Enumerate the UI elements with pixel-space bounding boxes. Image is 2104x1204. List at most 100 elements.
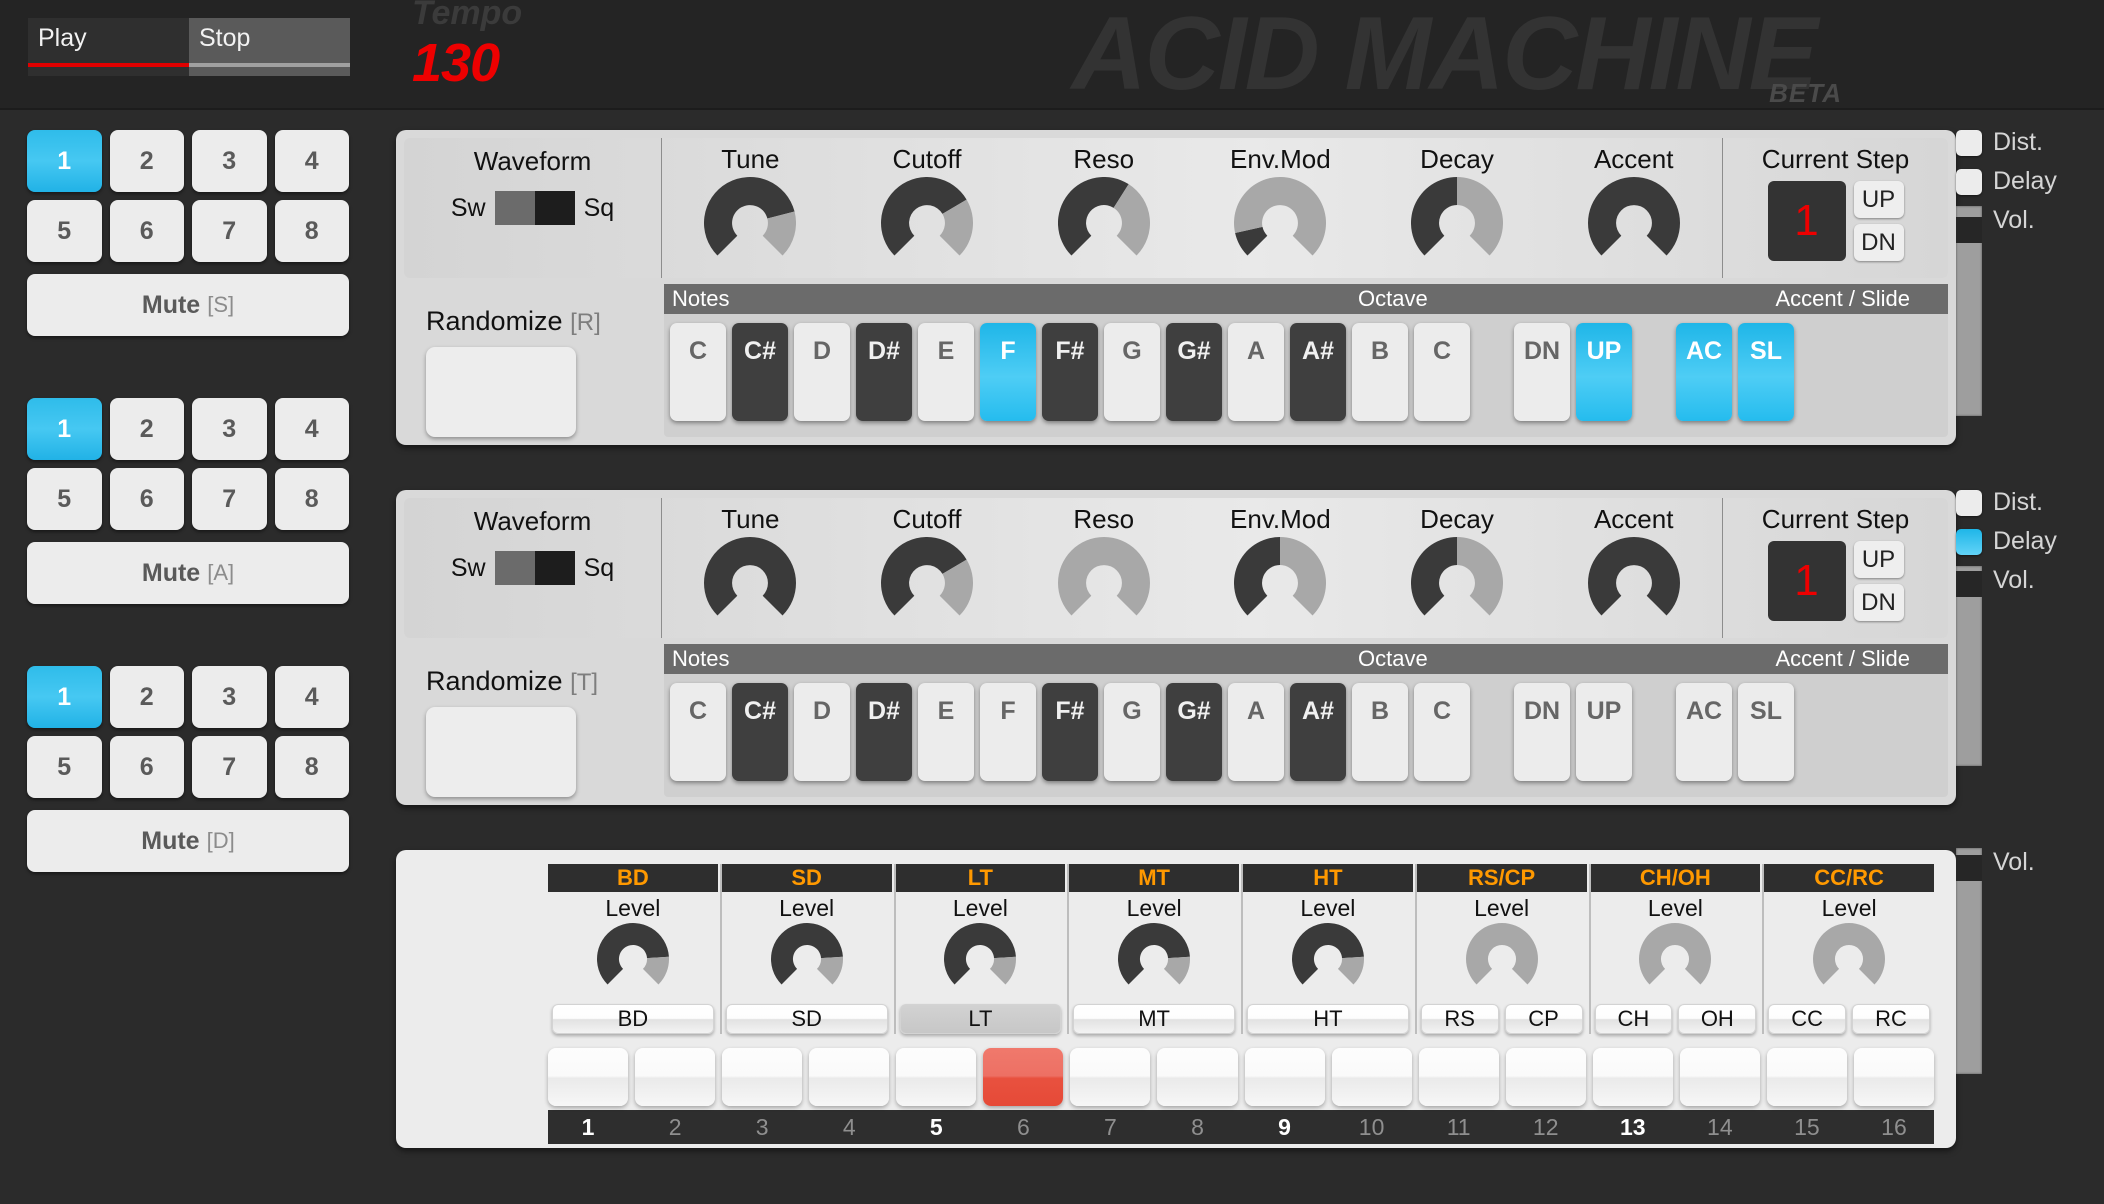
pattern-button-3-6[interactable]: 6 <box>109 736 184 798</box>
pattern-button-2-6[interactable]: 6 <box>109 468 184 530</box>
knob-cutoff-synth1[interactable] <box>881 177 973 269</box>
drum-level-knob-cc-rc[interactable] <box>1813 923 1886 995</box>
slide-toggle-synth2[interactable]: SL <box>1738 683 1794 781</box>
note-key-C-synth2[interactable]: C <box>1414 683 1470 781</box>
randomize-button-synth1[interactable] <box>426 347 576 437</box>
pattern-button-1-7[interactable]: 7 <box>192 200 267 262</box>
sequencer-step-11[interactable] <box>1418 1048 1499 1106</box>
sequencer-step-7[interactable] <box>1070 1048 1151 1106</box>
volume-handle[interactable] <box>1956 570 1982 597</box>
drum-trig-oh[interactable]: OH <box>1678 1004 1757 1034</box>
drum-trig-ch[interactable]: CH <box>1594 1004 1673 1034</box>
note-key-E-synth1[interactable]: E <box>918 323 974 421</box>
waveform-switch-synth1[interactable] <box>494 191 575 225</box>
knob-accent-synth1[interactable] <box>1587 177 1680 269</box>
knob-accent-synth2[interactable] <box>1587 537 1680 629</box>
waveform-switch-synth2[interactable] <box>494 551 575 585</box>
sequencer-step-8[interactable] <box>1157 1048 1238 1106</box>
sequencer-step-10[interactable] <box>1331 1048 1412 1106</box>
note-key-G-synth1[interactable]: G <box>1104 323 1160 421</box>
note-key-B-synth2[interactable]: B <box>1352 683 1408 781</box>
pattern-button-1-1[interactable]: 1 <box>27 130 102 192</box>
pattern-button-2-7[interactable]: 7 <box>192 468 267 530</box>
sequencer-step-12[interactable] <box>1505 1048 1586 1106</box>
volume-handle[interactable] <box>1956 855 1982 882</box>
drum-trig-mt[interactable]: MT <box>1073 1004 1235 1034</box>
pattern-button-3-8[interactable]: 8 <box>274 736 349 798</box>
delay-checkbox-synth2[interactable] <box>1956 528 1982 555</box>
pattern-button-2-8[interactable]: 8 <box>274 468 349 530</box>
note-key-F-synth2[interactable]: F <box>980 683 1036 781</box>
note-key-B-synth1[interactable]: B <box>1352 323 1408 421</box>
step-up-button-synth2[interactable]: UP <box>1853 541 1904 578</box>
note-key-D-synth2[interactable]: D <box>794 683 850 781</box>
note-key-Csharp-synth1[interactable]: C# <box>732 323 788 421</box>
pattern-button-1-4[interactable]: 4 <box>274 130 349 192</box>
mute-button-1[interactable]: Mute [S] <box>27 274 349 336</box>
volume-handle[interactable] <box>1956 216 1982 243</box>
note-key-F-synth1[interactable]: F <box>980 323 1036 421</box>
knob-tune-synth1[interactable] <box>704 177 797 269</box>
note-key-C-synth1[interactable]: C <box>670 323 726 421</box>
pattern-button-3-7[interactable]: 7 <box>192 736 267 798</box>
note-key-C-synth2[interactable]: C <box>670 683 726 781</box>
drum-trig-lt[interactable]: LT <box>899 1004 1062 1034</box>
note-key-A-synth1[interactable]: A <box>1228 323 1284 421</box>
knob-reso-synth2[interactable] <box>1057 537 1150 629</box>
drum-trig-ht[interactable]: HT <box>1247 1004 1409 1034</box>
drum-trig-sd[interactable]: SD <box>725 1004 888 1034</box>
pattern-button-1-3[interactable]: 3 <box>192 130 267 192</box>
note-key-Gsharp-synth2[interactable]: G# <box>1166 683 1222 781</box>
note-key-Gsharp-synth1[interactable]: G# <box>1166 323 1222 421</box>
stop-button[interactable]: Stop <box>189 18 350 76</box>
sequencer-step-2[interactable] <box>635 1048 716 1106</box>
sequencer-step-14[interactable] <box>1679 1048 1760 1106</box>
play-button[interactable]: Play <box>28 18 189 76</box>
pattern-button-2-2[interactable]: 2 <box>109 398 184 460</box>
randomize-button-synth2[interactable] <box>426 707 576 797</box>
note-key-Asharp-synth2[interactable]: A# <box>1290 683 1346 781</box>
pattern-button-2-1[interactable]: 1 <box>27 398 102 460</box>
pattern-button-1-6[interactable]: 6 <box>109 200 184 262</box>
sequencer-step-1[interactable] <box>548 1048 629 1106</box>
knob-env.mod-synth1[interactable] <box>1234 177 1327 269</box>
pattern-button-2-5[interactable]: 5 <box>27 468 102 530</box>
pattern-button-1-2[interactable]: 2 <box>109 130 184 192</box>
tempo-value[interactable]: 130 <box>412 32 500 94</box>
sequencer-step-9[interactable] <box>1244 1048 1325 1106</box>
accent-toggle-synth2[interactable]: AC <box>1676 683 1732 781</box>
pattern-button-3-5[interactable]: 5 <box>27 736 102 798</box>
mute-button-2[interactable]: Mute [A] <box>27 542 349 604</box>
octave-up-synth2[interactable]: UP <box>1576 683 1632 781</box>
note-key-Csharp-synth2[interactable]: C# <box>732 683 788 781</box>
distortion-checkbox-synth2[interactable] <box>1956 489 1982 516</box>
knob-decay-synth1[interactable] <box>1411 177 1503 269</box>
drum-level-knob-mt[interactable] <box>1118 923 1191 995</box>
note-key-A-synth2[interactable]: A <box>1228 683 1284 781</box>
drum-trig-rc[interactable]: RC <box>1852 1004 1930 1034</box>
sequencer-step-16[interactable] <box>1853 1048 1934 1106</box>
step-up-button-synth1[interactable]: UP <box>1853 181 1904 218</box>
knob-cutoff-synth2[interactable] <box>881 537 973 629</box>
volume-slider-synth1[interactable] <box>1956 206 1982 416</box>
drum-trig-rs[interactable]: RS <box>1420 1004 1499 1034</box>
drum-level-knob-rs-cp[interactable] <box>1465 923 1538 995</box>
pattern-button-1-8[interactable]: 8 <box>274 200 349 262</box>
distortion-checkbox-synth1[interactable] <box>1956 129 1982 156</box>
drum-trig-cp[interactable]: CP <box>1504 1004 1583 1034</box>
note-key-D-synth1[interactable]: D <box>794 323 850 421</box>
delay-checkbox-synth1[interactable] <box>1956 168 1982 195</box>
note-key-C-synth1[interactable]: C <box>1414 323 1470 421</box>
pattern-button-2-3[interactable]: 3 <box>192 398 267 460</box>
volume-slider-synth2[interactable] <box>1956 566 1982 766</box>
note-key-E-synth2[interactable]: E <box>918 683 974 781</box>
pattern-button-3-2[interactable]: 2 <box>109 666 184 728</box>
pattern-button-3-1[interactable]: 1 <box>27 666 102 728</box>
pattern-button-3-4[interactable]: 4 <box>274 666 349 728</box>
drum-level-knob-bd[interactable] <box>596 923 669 995</box>
octave-dn-synth2[interactable]: DN <box>1514 683 1570 781</box>
volume-slider-drum[interactable] <box>1956 848 1982 1074</box>
knob-decay-synth2[interactable] <box>1411 537 1503 629</box>
step-down-button-synth2[interactable]: DN <box>1853 584 1904 621</box>
octave-dn-synth1[interactable]: DN <box>1514 323 1570 421</box>
